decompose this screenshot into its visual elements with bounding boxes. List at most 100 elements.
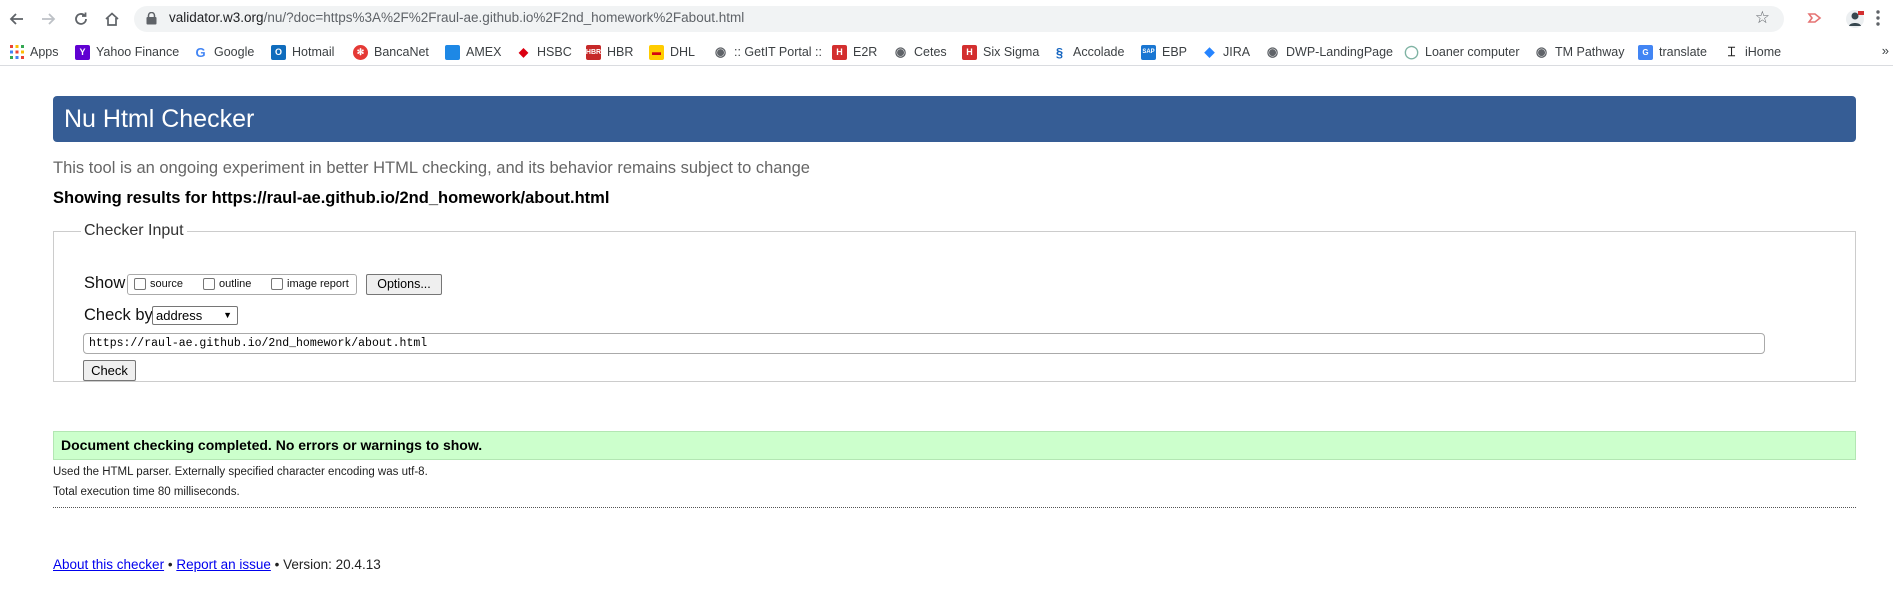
bookmark-label: DHL <box>670 45 696 59</box>
translate-icon: G <box>1638 44 1653 60</box>
lock-icon <box>146 12 157 25</box>
options-button[interactable]: Options... <box>366 274 442 295</box>
address-bar[interactable]: validator.w3.org/nu/?doc=https%3A%2F%2Fr… <box>134 6 1784 32</box>
about-checker-link[interactable]: About this checker <box>53 557 164 572</box>
sap-icon: SAP <box>1141 44 1156 60</box>
bookmark-label: BancaNet <box>374 45 429 59</box>
bookmark-apps[interactable]: Apps <box>9 43 59 61</box>
address-bar-url: validator.w3.org/nu/?doc=https%3A%2F%2Fr… <box>169 10 745 25</box>
banca-icon: ✻ <box>353 44 368 60</box>
bookmark-hbr[interactable]: HBR HBR <box>586 43 633 61</box>
bookmark-label: Apps <box>30 45 59 59</box>
bookmark-label: DWP-LandingPage <box>1286 45 1394 59</box>
dhl-icon: ▬ <box>649 44 664 60</box>
divider <box>53 507 1856 508</box>
bookmark-label: AMEX <box>466 45 502 59</box>
bookmark-tm-pathway[interactable]: ◉ TM Pathway <box>1534 43 1625 61</box>
outlook-icon: O <box>271 44 286 60</box>
report-issue-link[interactable]: Report an issue <box>176 557 271 572</box>
bookmark-ebp[interactable]: SAP EBP <box>1141 43 1187 61</box>
checker-input-legend: Checker Input <box>84 222 184 239</box>
forward-icon[interactable] <box>37 8 59 30</box>
show-source-option[interactable]: source <box>134 278 183 290</box>
bookmark-getit-portal[interactable]: ◉ :: GetIT Portal :: <box>713 43 822 61</box>
bookmark-loaner-computer[interactable]: ◯ Loaner computer <box>1404 43 1520 61</box>
yahoo-icon: Y <box>75 44 90 60</box>
bookmark-label: HSBC <box>537 45 572 59</box>
bookmark-amex[interactable]: AMEX <box>445 43 501 61</box>
image-report-checkbox-label: image report <box>287 278 349 290</box>
tagline: This tool is an ongoing experiment in be… <box>53 159 810 177</box>
parser-note: Used the HTML parser. Externally specifi… <box>53 466 428 478</box>
reload-icon[interactable] <box>70 8 92 30</box>
bookmark-label: JIRA <box>1223 45 1251 59</box>
ihome-icon: ⌶ <box>1727 44 1736 59</box>
bookmark-hsbc[interactable]: ◆ HSBC <box>516 43 572 61</box>
amex-icon <box>445 44 460 60</box>
bookmark-label: Loaner computer <box>1425 45 1520 59</box>
check-by-select[interactable]: address ▼ <box>152 306 238 325</box>
source-checkbox[interactable] <box>134 278 146 290</box>
results-for-heading: Showing results for https://raul-ae.gith… <box>53 189 610 207</box>
home-icon[interactable] <box>101 8 123 30</box>
check-button[interactable]: Check <box>83 360 136 381</box>
bookmarks-overflow-icon[interactable]: » <box>1882 43 1889 58</box>
bookmark-e2r[interactable]: H E2R <box>832 43 877 61</box>
dropdown-caret-icon: ▼ <box>223 310 232 320</box>
globe-icon: ◉ <box>714 44 727 59</box>
version-text: • Version: 20.4.13 <box>274 557 381 572</box>
bookmark-label: Accolade <box>1073 45 1125 59</box>
bookmark-bancanet[interactable]: ✻ BancaNet <box>353 43 429 61</box>
back-icon[interactable] <box>6 8 28 30</box>
apps-grid-icon <box>9 45 24 60</box>
google-icon: G <box>195 44 206 60</box>
bookmark-label: Yahoo Finance <box>96 45 180 59</box>
outline-checkbox[interactable] <box>203 278 215 290</box>
person-icon: ◯ <box>1404 44 1419 59</box>
bookmark-label: Google <box>214 45 255 59</box>
bookmark-star-icon[interactable]: ☆ <box>1755 8 1770 28</box>
footer: About this checker • Report an issue • V… <box>53 557 381 572</box>
menu-kebab-icon[interactable] <box>1875 9 1893 27</box>
bookmark-translate[interactable]: G translate <box>1638 43 1707 61</box>
bookmark-yahoo-finance[interactable]: Y Yahoo Finance <box>75 43 179 61</box>
bookmark-label: E2R <box>853 45 878 59</box>
bookmark-label: Hotmail <box>292 45 335 59</box>
bookmark-six-sigma[interactable]: H Six Sigma <box>962 43 1039 61</box>
bookmark-label: translate <box>1659 45 1707 59</box>
bookmark-dwp-landingpage[interactable]: ◉ DWP-LandingPage <box>1265 43 1393 61</box>
source-checkbox-label: source <box>150 278 184 290</box>
jira-icon: ◆ <box>1204 44 1215 59</box>
browser-toolbar: validator.w3.org/nu/?doc=https%3A%2F%2Fr… <box>0 0 1893 36</box>
bookmark-label: TM Pathway <box>1555 45 1625 59</box>
extension-arrow-icon[interactable] <box>1806 9 1824 27</box>
hbr-icon: HBR <box>586 44 601 60</box>
bookmark-jira[interactable]: ◆ JIRA <box>1202 43 1251 61</box>
hsbc-icon: ◆ <box>518 45 529 59</box>
bookmarks-bar: Apps Y Yahoo Finance G Google O Hotmail … <box>0 38 1893 66</box>
bookmark-hotmail[interactable]: O Hotmail <box>271 43 334 61</box>
h-logo-icon: H <box>962 44 977 60</box>
check-by-value: address <box>156 308 203 323</box>
document-url-input[interactable]: https://raul-ae.github.io/2nd_homework/a… <box>83 333 1765 354</box>
footer-separator: • <box>167 557 173 572</box>
execution-time-note: Total execution time 80 milliseconds. <box>53 486 240 498</box>
bookmark-accolade[interactable]: § Accolade <box>1052 43 1125 61</box>
show-label: Show <box>84 274 126 292</box>
globe-icon: ◉ <box>1266 44 1279 59</box>
bookmark-label: :: GetIT Portal :: <box>734 45 822 59</box>
bookmark-label: Six Sigma <box>983 45 1040 59</box>
bookmark-google[interactable]: G Google <box>193 43 254 61</box>
bookmark-dhl[interactable]: ▬ DHL <box>649 43 695 61</box>
show-image-report-option[interactable]: image report <box>271 278 349 290</box>
show-outline-option[interactable]: outline <box>203 278 251 290</box>
page-title: Nu Html Checker <box>53 96 1856 142</box>
bookmark-ihome[interactable]: ⌶ iHome <box>1724 43 1782 61</box>
globe-icon: ◉ <box>1535 44 1548 59</box>
bookmark-label: Cetes <box>914 45 947 59</box>
bookmark-cetes[interactable]: ◉ Cetes <box>893 43 947 61</box>
show-options-group: source outline image report <box>127 274 357 295</box>
image-report-checkbox[interactable] <box>271 278 283 290</box>
outline-checkbox-label: outline <box>219 278 252 290</box>
profile-avatar-icon[interactable] <box>1845 9 1864 28</box>
